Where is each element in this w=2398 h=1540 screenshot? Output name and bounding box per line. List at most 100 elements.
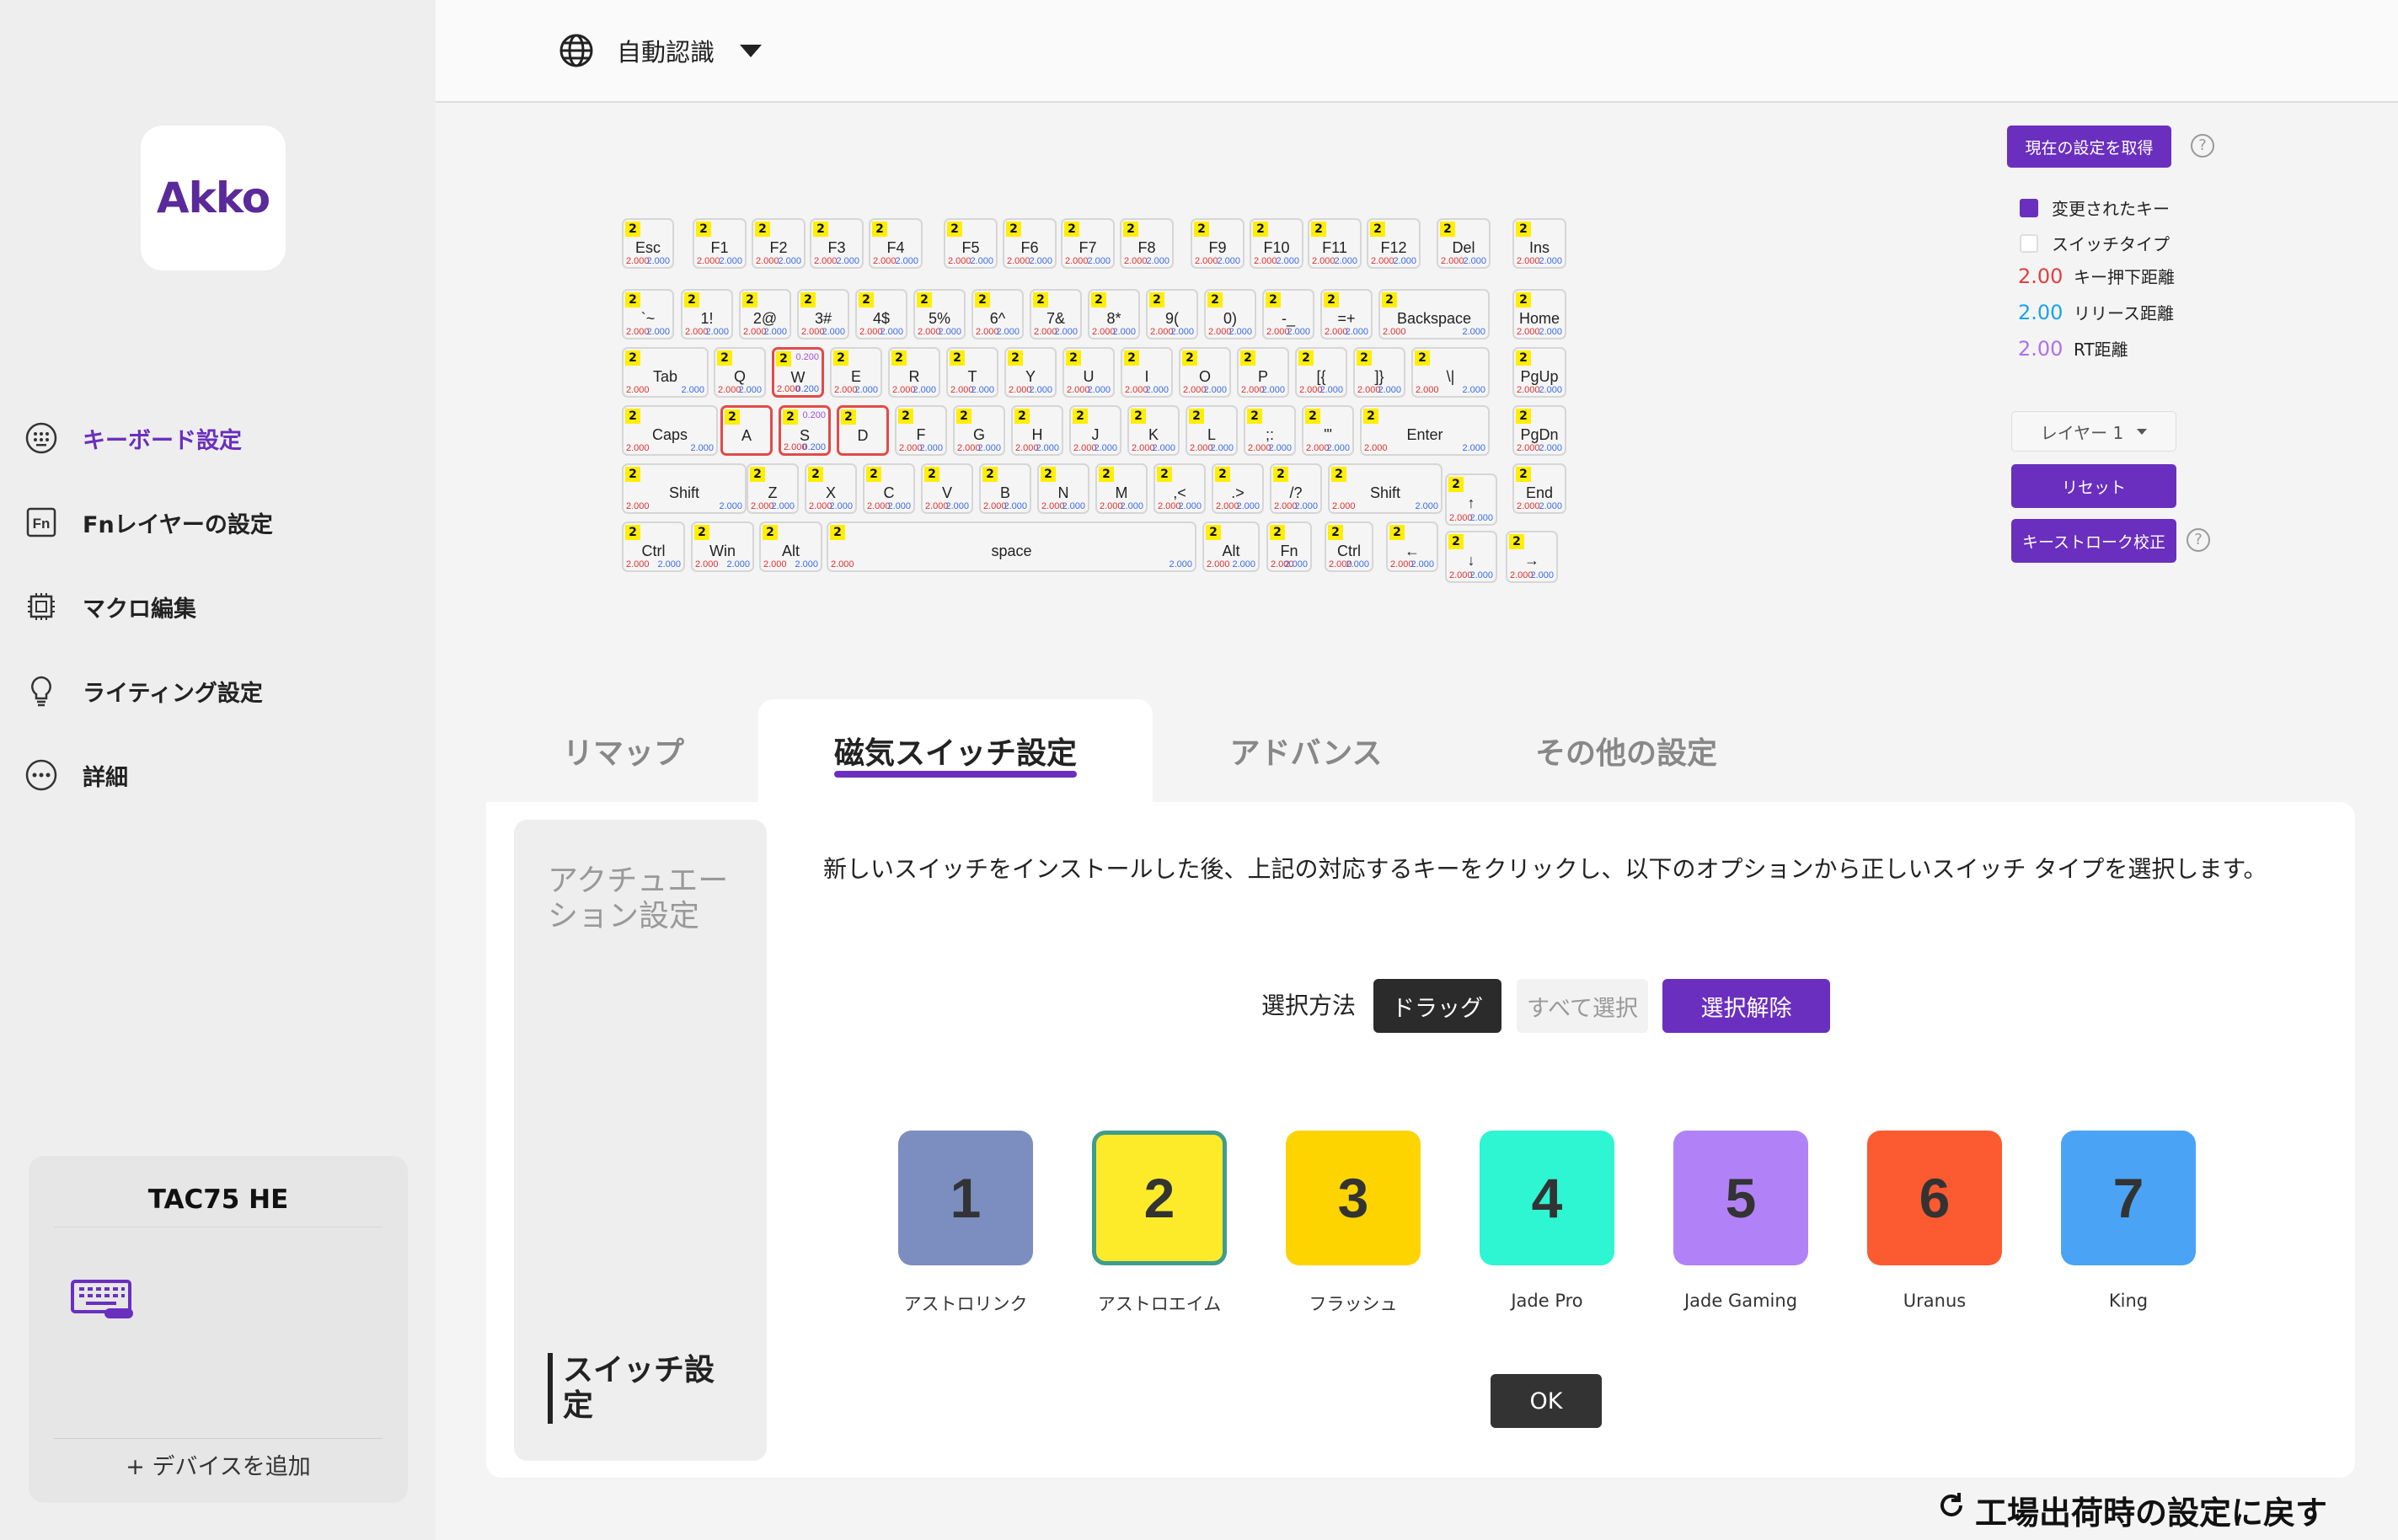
key-E[interactable]: 2 E 2.000 2.000: [830, 347, 882, 398]
key-8*[interactable]: 2 8* 2.000 2.000: [1088, 289, 1140, 340]
key-space[interactable]: 2 space 2.000 2.000: [827, 521, 1196, 572]
drag-button[interactable]: ドラッグ: [1373, 979, 1501, 1033]
key-[{[interactable]: 2[{2.000 2.000: [1295, 347, 1347, 398]
nav-macro-edit[interactable]: マクロ編集: [24, 581, 196, 632]
key-4$[interactable]: 2 4$ 2.000 2.000: [855, 289, 907, 340]
key-Enter[interactable]: 2 Enter 2.000 2.000: [1360, 405, 1490, 456]
key-F11[interactable]: 2 F11 2.000 2.000: [1308, 218, 1362, 269]
key-Y[interactable]: 2 Y 2.000 2.000: [1004, 347, 1057, 398]
switch-option-6[interactable]: 6: [1867, 1131, 2002, 1265]
key-X[interactable]: 2 X 2.000 2.000: [805, 463, 857, 514]
keystroke-calibration-button[interactable]: キーストローク校正: [2011, 519, 2176, 563]
nav-keyboard-settings[interactable]: キーボード設定: [24, 413, 242, 463]
key-I[interactable]: 2 I 2.000 2.000: [1121, 347, 1173, 398]
key-PgUp[interactable]: 2 PgUp 2.000 2.000: [1512, 347, 1566, 398]
key-→[interactable]: 2 → 2.000 2.000: [1506, 531, 1558, 583]
key-\|[interactable]: 2 \| 2.000 2.000: [1411, 347, 1490, 398]
key-F[interactable]: 2 F 2.000 2.000: [895, 405, 947, 456]
key-F6[interactable]: 2 F6 2.000 2.000: [1003, 218, 1057, 269]
key-Z[interactable]: 2 Z 2.000 2.000: [747, 463, 799, 514]
switch-option-3[interactable]: 3: [1286, 1131, 1421, 1265]
tab-remap[interactable]: リマップ: [522, 699, 725, 802]
nav-details[interactable]: 詳細: [24, 750, 128, 800]
key-.>[interactable]: 2 .> 2.000 2.000: [1212, 463, 1264, 514]
key-F10[interactable]: 2 F10 2.000 2.000: [1250, 218, 1303, 269]
key-←[interactable]: 2 ← 2.000 2.000: [1386, 521, 1438, 572]
key-=+[interactable]: 2 =+ 2.000 2.000: [1320, 289, 1373, 340]
get-current-settings-button[interactable]: 現在の設定を取得: [2007, 126, 2171, 168]
key-6^[interactable]: 2 6^ 2.000 2.000: [972, 289, 1024, 340]
help-icon[interactable]: ?: [2187, 528, 2210, 552]
key-Ins[interactable]: 2 Ins 2.000 2.000: [1512, 218, 1566, 269]
key-T[interactable]: 2 T 2.000 2.000: [946, 347, 998, 398]
key-Q[interactable]: 2 Q 2.000 2.000: [714, 347, 766, 398]
switch-option-7[interactable]: 7: [2061, 1131, 2196, 1265]
key-R[interactable]: 2 R 2.000 2.000: [888, 347, 940, 398]
key-Shift[interactable]: 2 Shift 2.000 2.000: [1328, 463, 1443, 514]
key-V[interactable]: 2 V 2.000 2.000: [921, 463, 973, 514]
key-F4[interactable]: 2 F4 2.000 2.000: [869, 218, 923, 269]
key-Caps[interactable]: 2 Caps 2.000 2.000: [622, 405, 718, 456]
key-9([interactable]: 2 9(2.000 2.000: [1146, 289, 1198, 340]
key-F1[interactable]: 2 F1 2.000 2.000: [693, 218, 747, 269]
key-7&[interactable]: 2 7& 2.000 2.000: [1030, 289, 1082, 340]
key-F5[interactable]: 2 F5 2.000 2.000: [944, 218, 998, 269]
language-selector[interactable]: 自動認識: [558, 25, 763, 76]
key-3#[interactable]: 2 3# 2.000 2.000: [797, 289, 849, 340]
key-S[interactable]: 2 S 2.000 0.200 0.200: [779, 405, 831, 456]
switch-option-2[interactable]: 2: [1092, 1131, 1227, 1265]
subnav-switch-settings[interactable]: スイッチ設定: [548, 1353, 741, 1424]
nav-fn-layer[interactable]: Fn Fnレイヤーの設定: [24, 497, 273, 548]
key-U[interactable]: 2 U 2.000 2.000: [1063, 347, 1115, 398]
key-G[interactable]: 2 G 2.000 2.000: [953, 405, 1005, 456]
key-1![interactable]: 2 1! 2.000 2.000: [681, 289, 733, 340]
key-L[interactable]: 2 L 2.000 2.000: [1186, 405, 1238, 456]
key-K[interactable]: 2 K 2.000 2.000: [1127, 405, 1180, 456]
key-F3[interactable]: 2 F3 2.000 2.000: [810, 218, 864, 269]
key-N[interactable]: 2 N 2.000 2.000: [1037, 463, 1089, 514]
key-`~[interactable]: 2 `~ 2.000 2.000: [622, 289, 674, 340]
ok-button[interactable]: OK: [1491, 1374, 1602, 1428]
key-]}[interactable]: 2]} 2.000 2.000: [1353, 347, 1405, 398]
key-Alt[interactable]: 2 Alt 2.000 2.000: [1202, 521, 1260, 572]
key-B[interactable]: 2 B 2.000 2.000: [979, 463, 1031, 514]
nav-lighting[interactable]: ライティング設定: [24, 666, 263, 716]
key-↓[interactable]: 2 ↓ 2.000 2.000: [1445, 531, 1497, 583]
key-Shift[interactable]: 2 Shift 2.000 2.000: [622, 463, 747, 514]
add-device-button[interactable]: + デバイスを追加: [29, 1442, 408, 1493]
key-F8[interactable]: 2 F8 2.000 2.000: [1120, 218, 1174, 269]
key-F7[interactable]: 2 F7 2.000 2.000: [1061, 218, 1115, 269]
key-End[interactable]: 2 End 2.000 2.000: [1512, 463, 1566, 514]
key-2@[interactable]: 2 2@ 2.000 2.000: [739, 289, 791, 340]
key-C[interactable]: 2 C 2.000 2.000: [863, 463, 915, 514]
deselect-button[interactable]: 選択解除: [1662, 979, 1830, 1033]
device-name[interactable]: TAC75 HE: [29, 1184, 408, 1215]
select-all-button[interactable]: すべて選択: [1517, 979, 1648, 1033]
key-/?[interactable]: 2/? 2.000 2.000: [1270, 463, 1322, 514]
key-0)[interactable]: 2 0) 2.000 2.000: [1204, 289, 1256, 340]
keyboard-device-icon[interactable]: [71, 1278, 135, 1323]
subnav-actuation[interactable]: アクチュエーション設定: [548, 864, 750, 934]
key-↑[interactable]: 2 ↑ 2.000 2.000: [1445, 473, 1497, 526]
tab-other-settings[interactable]: その他の設定: [1500, 699, 1753, 802]
key-Win[interactable]: 2 Win 2.000 2.000: [691, 521, 754, 572]
key-Esc[interactable]: 2 Esc 2.000 2.000: [622, 218, 674, 269]
key-5%[interactable]: 2 5% 2.000 2.000: [913, 289, 966, 340]
key-A[interactable]: 2A: [720, 405, 773, 456]
switch-option-5[interactable]: 5: [1673, 1131, 1808, 1265]
key-Alt[interactable]: 2 Alt 2.000 2.000: [759, 521, 822, 572]
tab-advanced[interactable]: アドバンス: [1205, 699, 1407, 802]
layer-select[interactable]: レイヤー 1: [2011, 411, 2176, 452]
key-F12[interactable]: 2 F12 2.000 2.000: [1367, 218, 1421, 269]
key-Fn[interactable]: 2 Fn 2.000 2.000: [1266, 521, 1312, 572]
key-J[interactable]: 2 J 2.000 2.000: [1069, 405, 1121, 456]
key-H[interactable]: 2 H 2.000 2.000: [1011, 405, 1063, 456]
key-Home[interactable]: 2 Home 2.000 2.000: [1512, 289, 1566, 340]
tab-magnetic-switch[interactable]: 磁気スイッチ設定: [758, 699, 1153, 802]
key-;:[interactable]: 2;: 2.000 2.000: [1244, 405, 1296, 456]
switch-option-4[interactable]: 4: [1480, 1131, 1614, 1265]
key-Ctrl[interactable]: 2 Ctrl 2.000 2.000: [1325, 521, 1373, 572]
switch-option-1[interactable]: 1: [898, 1131, 1033, 1265]
key-O[interactable]: 2 O 2.000 2.000: [1179, 347, 1231, 398]
key-Ctrl[interactable]: 2 Ctrl 2.000 2.000: [622, 521, 685, 572]
